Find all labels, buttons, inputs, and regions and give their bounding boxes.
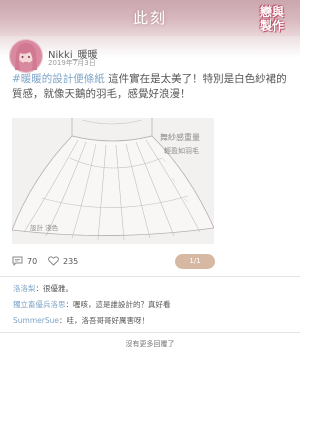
- sketch-note-line-1: 舞紗感重量: [160, 132, 200, 142]
- comment-text: 很優雅。: [43, 284, 73, 293]
- dress-sketch-image: 舞紗感重量 輕盈如羽毛 設計 淺色: [12, 118, 214, 244]
- comment-icon: [12, 256, 23, 266]
- post-date: 2019年7月3日: [48, 59, 96, 67]
- like-stat[interactable]: 235: [48, 256, 78, 266]
- comment-item[interactable]: SummerSue：哇，洛吾哥哥好厲害呀！: [13, 315, 149, 326]
- comment-author[interactable]: 獨立畜優兵洛思: [13, 300, 66, 309]
- divider: [0, 276, 300, 277]
- hashtag-link[interactable]: #暖暖的設計便條紙: [12, 73, 105, 85]
- comment-item[interactable]: 洛洛梨：很優雅。: [13, 283, 73, 294]
- comment-item[interactable]: 獨立畜優兵洛思：喔咳，這是誰設計的？真好看: [13, 299, 171, 310]
- post-text: #暖暖的設計便條紙 這件實在是太美了！特別是白色紗裙的質感，就像天鵝的羽毛，感覺…: [12, 72, 290, 102]
- no-more-replies-label: 沒有更多回覆了: [125, 340, 175, 348]
- image-counter-badge: 1/1: [175, 254, 215, 269]
- app-header: 此刻 戀與 製作: [0, 0, 300, 36]
- comment-stat[interactable]: 70: [12, 256, 37, 266]
- post-photo[interactable]: 舞紗感重量 輕盈如羽毛 設計 淺色: [12, 118, 214, 244]
- comment-text: 哇，洛吾哥哥好厲害呀！: [66, 316, 149, 325]
- header-fade: [0, 36, 300, 58]
- logo-line-2: 製作: [259, 19, 284, 33]
- like-count: 235: [63, 256, 79, 266]
- divider: [0, 332, 300, 333]
- avatar[interactable]: [10, 40, 42, 72]
- comment-author[interactable]: 洛洛梨: [13, 284, 36, 293]
- sketch-note-line-2: 輕盈如羽毛: [164, 146, 199, 155]
- heart-icon: [48, 256, 59, 266]
- logo-line-1: 戀與: [259, 5, 284, 19]
- avatar-illustration: [15, 43, 37, 70]
- comment-count: 70: [27, 256, 38, 266]
- comment-text: 喔咳，這是誰設計的？真好看: [73, 300, 171, 309]
- comment-author[interactable]: SummerSue: [13, 316, 59, 325]
- game-logo: 戀與 製作: [252, 2, 292, 36]
- sketch-note-side: 設計 淺色: [30, 223, 59, 232]
